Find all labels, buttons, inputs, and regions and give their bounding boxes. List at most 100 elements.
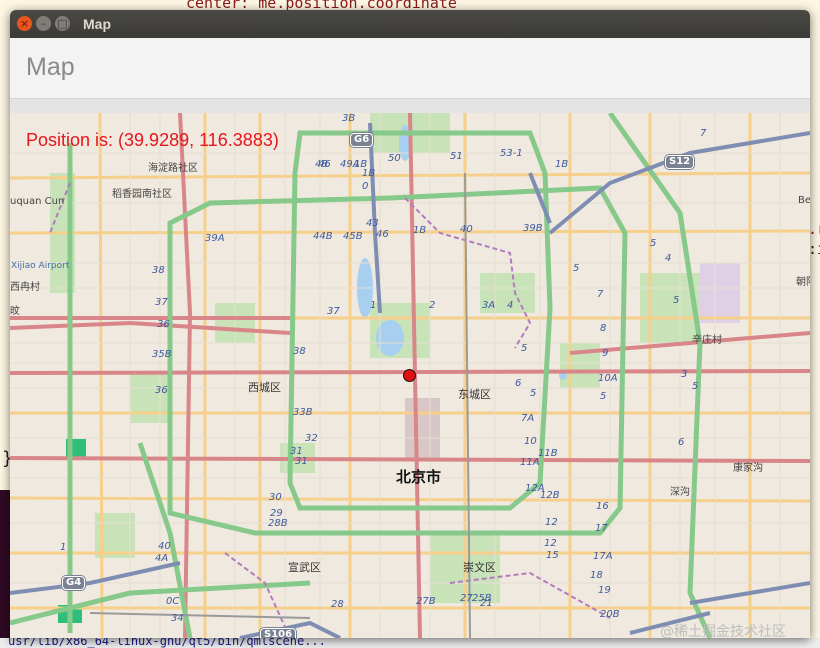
map-label-xinzhuang: 辛庄村 bbox=[692, 335, 722, 346]
route-number-label: 53-1 bbox=[500, 148, 523, 159]
minimize-icon[interactable]: – bbox=[36, 16, 51, 31]
map-label-beijing: 北京市 bbox=[396, 468, 442, 486]
highway-shield: S12 bbox=[665, 155, 695, 169]
route-number-label: 17 bbox=[595, 523, 608, 534]
route-number-label: 0C bbox=[166, 596, 180, 607]
route-number-label: 3A bbox=[482, 300, 496, 311]
position-readout: Position is: (39.9289, 116.3883) bbox=[26, 130, 279, 150]
route-number-label: 43 bbox=[366, 218, 379, 229]
route-number-label: 5 bbox=[673, 295, 680, 306]
route-number-label: 1 bbox=[60, 542, 67, 553]
highway-shield: G6 bbox=[350, 133, 374, 147]
route-number-label: 49A bbox=[340, 159, 360, 170]
route-number-label: 1B bbox=[362, 168, 376, 179]
route-number-label: 35B bbox=[152, 349, 172, 360]
route-number-label: 27B bbox=[416, 596, 436, 607]
route-number-label: 1 bbox=[370, 300, 377, 311]
map-label-chongwen: 崇文区 bbox=[463, 561, 496, 574]
route-number-label: 45B bbox=[343, 231, 363, 242]
route-number-label: 17A bbox=[593, 551, 613, 562]
map-view[interactable]: 海淀路社区 稻香园南社区 uquan Cun Xijiao Airport 西冉… bbox=[10, 113, 810, 638]
route-number-label: 5 bbox=[692, 381, 699, 392]
route-number-label: 39B bbox=[523, 223, 543, 234]
route-number-label: 12 bbox=[544, 538, 557, 549]
route-number-label: 4 bbox=[665, 253, 672, 264]
route-number-label: 16 bbox=[596, 501, 609, 512]
route-number-label: 37 bbox=[155, 297, 168, 308]
route-number-label: 38 bbox=[152, 265, 165, 276]
route-number-label: 30 bbox=[269, 492, 282, 503]
map-label-airport: Xijiao Airport bbox=[11, 261, 70, 271]
route-number-label: 2 bbox=[429, 300, 436, 311]
route-number-label: 5 bbox=[600, 391, 607, 402]
map-label-xuanwu: 宣武区 bbox=[288, 561, 321, 574]
route-number-label: 10A bbox=[598, 373, 618, 384]
route-number-label: 5 bbox=[573, 263, 580, 274]
route-number-label: 19 bbox=[598, 585, 611, 596]
route-number-label: 1B bbox=[555, 159, 569, 170]
route-number-label: 46 bbox=[376, 229, 389, 240]
map-label-shengou: 深沟 bbox=[670, 487, 690, 498]
route-number-label: 6 bbox=[678, 437, 685, 448]
highway-shield: S106 bbox=[260, 628, 297, 638]
route-number-label: 36 bbox=[155, 385, 168, 396]
route-number-label: 7 bbox=[597, 289, 604, 300]
route-number-label: 4 bbox=[507, 300, 514, 311]
page-header: Map bbox=[10, 38, 810, 99]
map-label-dongcheng: 东城区 bbox=[458, 388, 491, 401]
map-label-ximencun: 西冉村 bbox=[10, 282, 40, 293]
route-number-label: 40 bbox=[158, 541, 171, 552]
route-number-label: 11A bbox=[520, 457, 540, 468]
route-number-label: 3B bbox=[342, 113, 356, 124]
route-number-label: 9 bbox=[602, 348, 609, 359]
highway-shield: G4 bbox=[62, 576, 86, 590]
background-terminal bbox=[0, 490, 10, 648]
map-label-chaoyang: 朝阳 bbox=[796, 277, 810, 288]
map-label-yuquan: uquan Cun bbox=[10, 196, 65, 207]
route-number-label: 44B bbox=[313, 231, 333, 242]
route-number-label: 39A bbox=[205, 233, 225, 244]
map-label-kangjiagou: 康家沟 bbox=[733, 463, 763, 474]
route-number-label: 31 bbox=[295, 456, 308, 467]
route-number-label: 10 bbox=[524, 436, 537, 447]
header-divider bbox=[10, 99, 810, 113]
map-window: × – □ Map Map 海淀路社区 稻香园南社区 uquan Cun Xij… bbox=[10, 10, 810, 638]
route-number-label: 27 bbox=[460, 593, 473, 604]
window-titlebar[interactable]: × – □ Map bbox=[10, 10, 810, 38]
route-number-label: 33B bbox=[293, 407, 313, 418]
route-number-label: 34 bbox=[171, 613, 184, 624]
route-number-label: 7 bbox=[700, 128, 707, 139]
route-number-label: 32 bbox=[305, 433, 318, 444]
route-number-label: 5 bbox=[650, 238, 657, 249]
map-label-haidian: 海淀路社区 bbox=[148, 163, 198, 174]
route-number-label: 28B bbox=[268, 518, 288, 529]
route-number-label: 0 bbox=[362, 181, 369, 192]
route-number-label: 38 bbox=[293, 346, 306, 357]
route-number-label: 18 bbox=[590, 570, 603, 581]
current-position-marker[interactable] bbox=[403, 369, 416, 382]
watermark-text: @稀土掘金技术社区 bbox=[660, 624, 786, 638]
route-number-label: 1B bbox=[413, 225, 427, 236]
map-label-xicheng: 西城区 bbox=[248, 381, 281, 394]
maximize-icon[interactable]: □ bbox=[55, 16, 70, 31]
route-number-label: 36 bbox=[157, 319, 170, 330]
route-number-label: 5 bbox=[530, 388, 537, 399]
route-number-label: 6 bbox=[515, 378, 522, 389]
route-number-label: 37 bbox=[327, 306, 340, 317]
route-number-label: 12 bbox=[545, 517, 558, 528]
route-number-label: 50 bbox=[388, 153, 401, 164]
route-number-label: 20B bbox=[600, 609, 620, 620]
route-number-label: 3 bbox=[681, 369, 688, 380]
route-number-label: 51 bbox=[450, 151, 463, 162]
map-label-village: 旼 bbox=[10, 306, 20, 317]
route-number-label: 25B bbox=[472, 593, 492, 604]
route-number-label: 28 bbox=[331, 599, 344, 610]
map-label-daoxiang: 稻香园南社区 bbox=[112, 189, 172, 200]
close-icon[interactable]: × bbox=[17, 16, 32, 31]
map-label-be: Be bbox=[798, 195, 810, 206]
route-number-label: 12B bbox=[540, 490, 560, 501]
route-number-label: 29 bbox=[270, 508, 283, 519]
page-title: Map bbox=[26, 53, 75, 81]
route-number-label: 40 bbox=[460, 224, 473, 235]
route-number-label: 7A bbox=[521, 413, 535, 424]
